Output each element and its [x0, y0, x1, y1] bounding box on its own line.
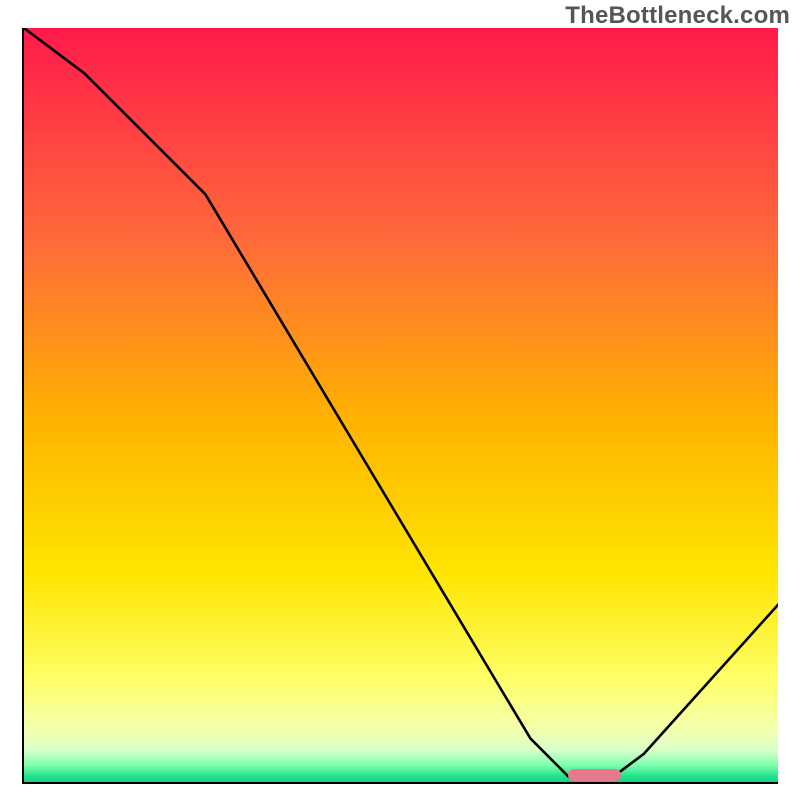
min-marker [568, 769, 621, 781]
plot-svg [24, 28, 778, 784]
chart-frame: TheBottleneck.com [0, 0, 800, 800]
watermark-text: TheBottleneck.com [565, 2, 790, 30]
plot-area [22, 28, 778, 784]
gradient-bg [24, 28, 778, 784]
